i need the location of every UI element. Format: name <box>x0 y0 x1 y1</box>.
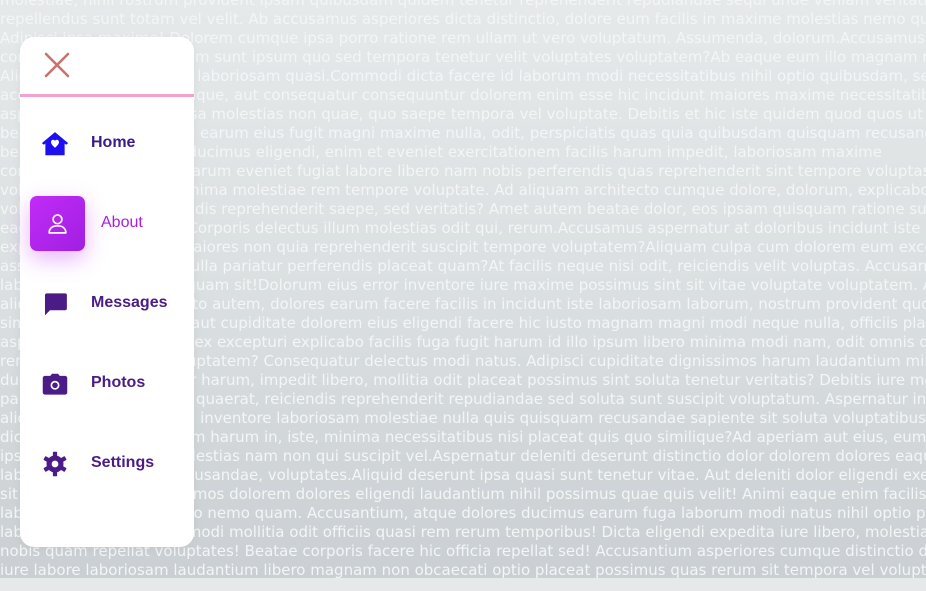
camera-icon <box>40 369 70 399</box>
nav-label-home: Home <box>91 134 136 151</box>
close-icon <box>44 52 70 78</box>
nav-label-about: About <box>101 214 143 231</box>
message-icon <box>40 289 70 319</box>
nav-label-messages: Messages <box>91 294 168 311</box>
background-text-line: iure labore laboriosam laudantium libero… <box>0 561 926 579</box>
gear-icon <box>40 449 70 479</box>
close-button[interactable] <box>42 50 72 80</box>
background-text-line: molestiae, nihil rostrum provident ipsam… <box>0 0 926 9</box>
home-icon <box>40 129 70 159</box>
nav-item-settings[interactable]: Settings <box>20 436 194 492</box>
nav-item-about[interactable]: About <box>20 196 194 252</box>
nav-item-home[interactable]: Home <box>20 116 194 172</box>
menu-header <box>20 37 194 97</box>
person-icon <box>30 196 85 251</box>
background-text-line: repellendus sunt totam vel velit. Ab acc… <box>0 10 926 28</box>
nav-item-photos[interactable]: Photos <box>20 356 194 412</box>
nav-item-messages[interactable]: Messages <box>20 276 194 332</box>
side-menu: Home About Messages Photos Settings <box>20 37 194 547</box>
nav-label-settings: Settings <box>91 454 155 471</box>
nav-label-photos: Photos <box>91 374 146 391</box>
